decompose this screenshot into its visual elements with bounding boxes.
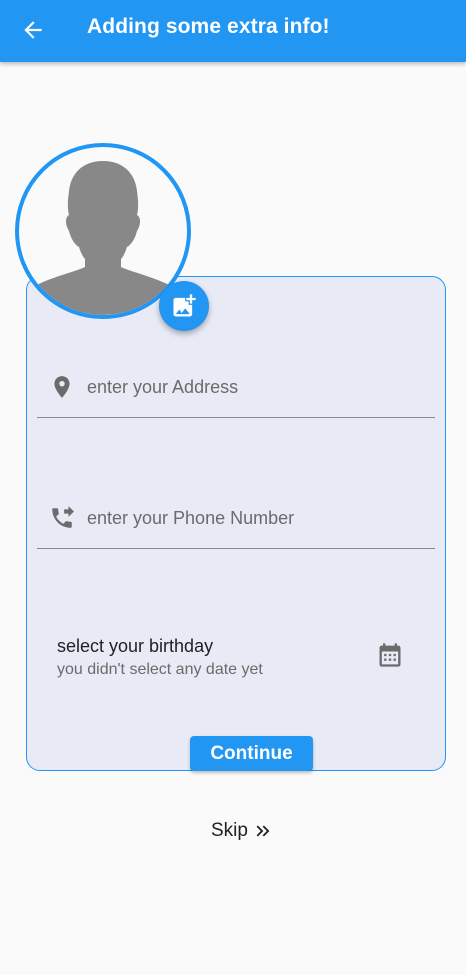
skip-link[interactable]: Skip [211,818,274,844]
address-input[interactable] [87,370,427,404]
calendar-icon[interactable] [376,641,404,669]
add-photo-button[interactable] [159,281,209,331]
location-pin-icon [54,376,70,398]
birthday-selector[interactable]: select your birthday you didn't select a… [37,628,435,688]
birthday-subtitle: you didn't select any date yet [57,661,263,678]
app-bar: Adding some extra info! [0,0,466,62]
page-title: Adding some extra info! [87,15,330,38]
add-photo-icon [173,294,196,317]
birthday-title: select your birthday [57,636,214,656]
continue-button[interactable]: Continue [190,736,313,771]
address-field [37,368,435,418]
phone-field [37,499,435,549]
double-chevron-right-icon [256,825,270,837]
phone-input[interactable] [87,501,427,535]
arrow-back-icon [24,21,42,39]
skip-label: Skip [211,820,248,841]
back-button[interactable] [18,15,48,45]
phone-forwarded-icon [52,506,74,528]
person-silhouette-icon [21,161,185,315]
